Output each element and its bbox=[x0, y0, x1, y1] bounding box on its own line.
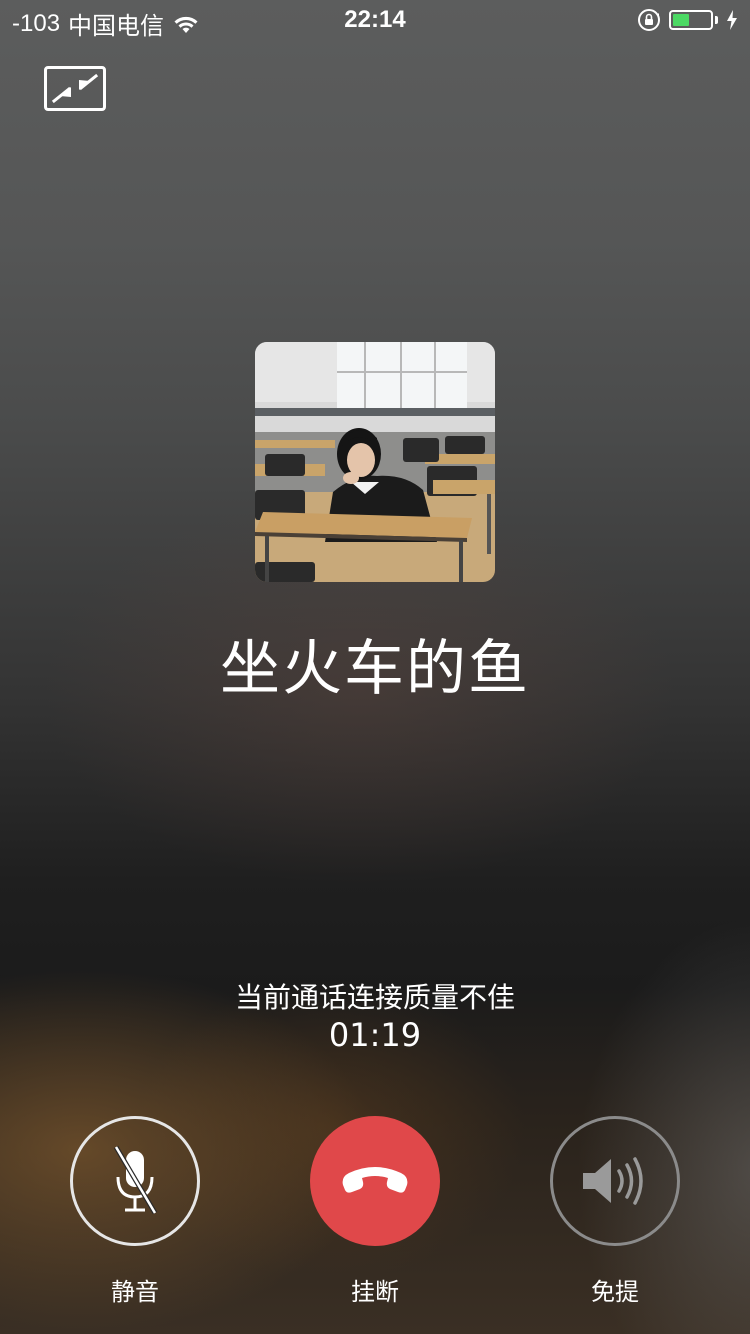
avatar bbox=[255, 342, 495, 582]
mute-button[interactable] bbox=[70, 1116, 200, 1246]
avatar-photo bbox=[255, 342, 495, 582]
status-right bbox=[637, 8, 738, 32]
battery-icon bbox=[669, 10, 713, 30]
speaker-button[interactable] bbox=[550, 1116, 680, 1246]
orientation-lock-icon bbox=[638, 9, 660, 31]
call-quality-status: 当前通话连接质量不佳 bbox=[234, 981, 515, 1014]
battery-cap bbox=[715, 16, 718, 24]
hangup-button[interactable] bbox=[310, 1116, 440, 1246]
charging-icon bbox=[727, 10, 737, 30]
hangup-label: 挂断 bbox=[351, 1278, 399, 1306]
minimize-button[interactable] bbox=[44, 66, 106, 111]
speaker-icon bbox=[583, 1157, 643, 1205]
mute-label: 静音 bbox=[111, 1278, 159, 1306]
status-bar: -103 中国电信 22:14 bbox=[0, 0, 750, 40]
battery-fill bbox=[673, 14, 690, 26]
call-timer: 01:19 bbox=[328, 1016, 422, 1054]
minimize-icon bbox=[51, 73, 99, 104]
speaker-label: 免提 bbox=[591, 1278, 639, 1306]
phone-hangup-icon bbox=[342, 1167, 408, 1193]
contact-name: 坐火车的鱼 bbox=[220, 634, 530, 704]
microphone-off-icon bbox=[113, 1145, 158, 1215]
